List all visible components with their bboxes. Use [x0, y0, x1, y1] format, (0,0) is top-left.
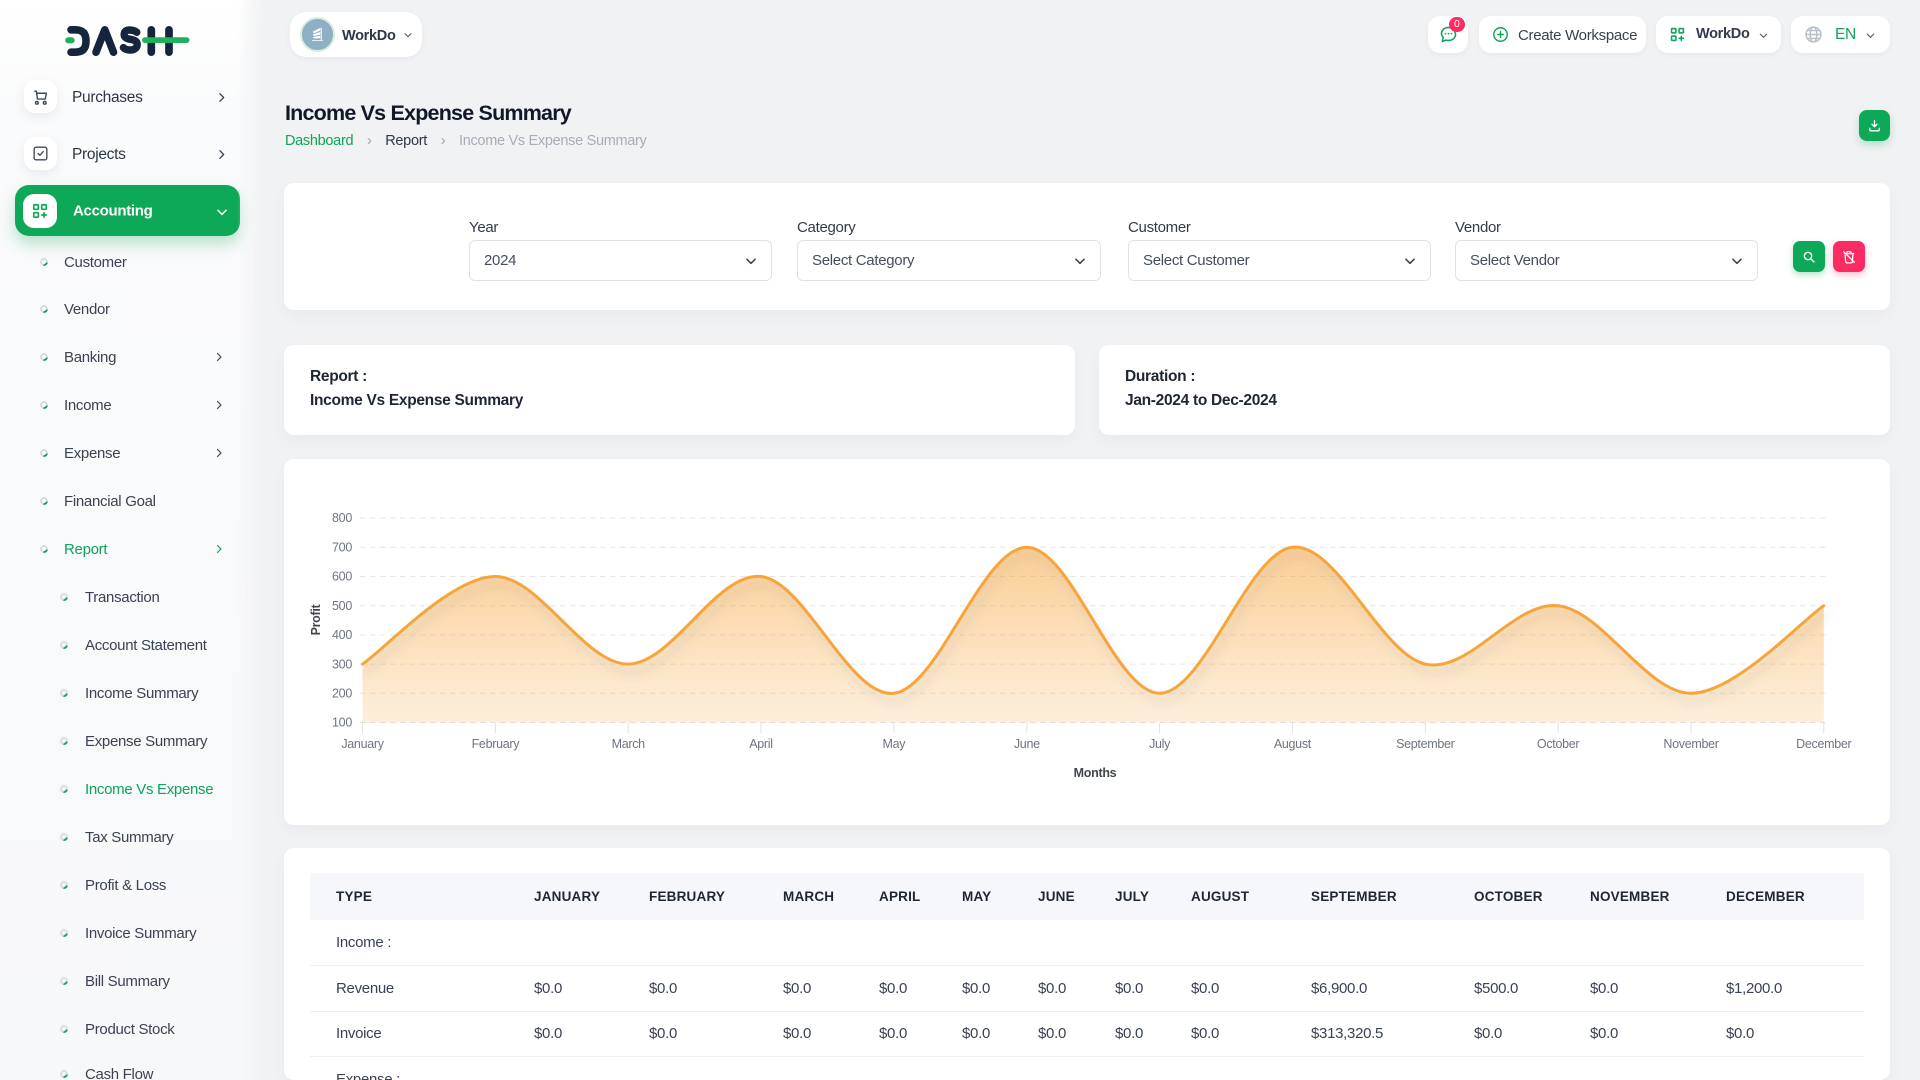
- svg-text:500: 500: [332, 599, 352, 613]
- svg-text:100: 100: [332, 716, 352, 730]
- svg-text:Profit: Profit: [309, 603, 323, 635]
- svg-text:September: September: [1396, 737, 1455, 751]
- svg-text:February: February: [472, 737, 521, 751]
- svg-text:700: 700: [332, 540, 352, 554]
- svg-text:January: January: [341, 737, 384, 751]
- svg-text:Months: Months: [1074, 766, 1117, 780]
- svg-text:200: 200: [332, 687, 352, 701]
- svg-text:600: 600: [332, 570, 352, 584]
- svg-text:April: April: [749, 737, 773, 751]
- svg-text:May: May: [883, 737, 907, 751]
- svg-text:June: June: [1014, 737, 1040, 751]
- svg-text:800: 800: [332, 511, 352, 525]
- svg-text:300: 300: [332, 657, 352, 671]
- svg-text:400: 400: [332, 628, 352, 642]
- svg-text:December: December: [1796, 737, 1851, 751]
- svg-text:October: October: [1537, 737, 1580, 751]
- svg-text:August: August: [1274, 737, 1312, 751]
- svg-text:November: November: [1663, 737, 1718, 751]
- svg-text:July: July: [1149, 737, 1171, 751]
- svg-text:March: March: [612, 737, 646, 751]
